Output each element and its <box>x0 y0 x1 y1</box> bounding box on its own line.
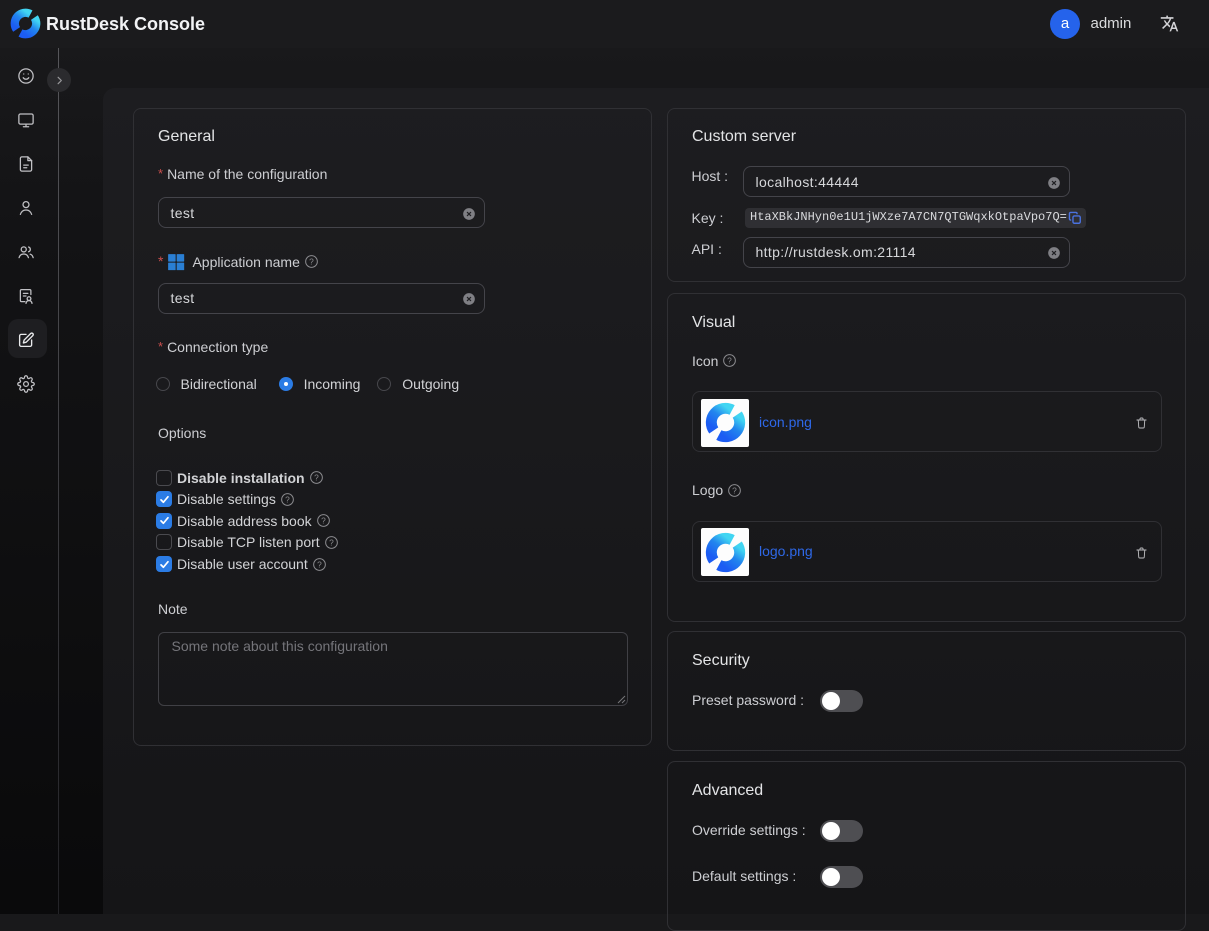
svg-text:?: ? <box>314 472 319 482</box>
svg-text:?: ? <box>732 485 737 495</box>
svg-text:?: ? <box>329 537 334 547</box>
svg-text:?: ? <box>317 559 322 569</box>
svg-text:?: ? <box>309 256 314 266</box>
svg-text:?: ? <box>728 355 733 365</box>
svg-text:?: ? <box>321 515 326 525</box>
svg-text:?: ? <box>285 494 290 504</box>
